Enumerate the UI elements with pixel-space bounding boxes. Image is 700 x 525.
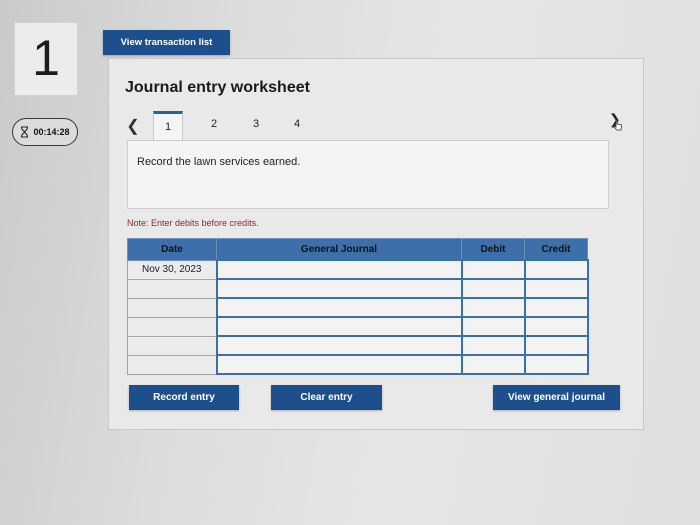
account-input[interactable] [215,297,463,318]
account-input[interactable] [215,278,463,299]
table-row: Nov 30, 2023 [127,259,589,280]
view-transaction-list-button[interactable]: View transaction list [103,30,230,55]
debit-input[interactable] [460,259,526,280]
tab-label: 4 [293,118,301,130]
worksheet-title: Journal entry worksheet [125,79,310,96]
debit-input[interactable] [460,297,526,318]
account-input[interactable] [215,259,463,280]
date-cell [127,316,217,337]
question-number-box: 1 [14,22,78,96]
tab-label: 1 [164,121,172,133]
debit-input[interactable] [460,278,526,299]
debit-input[interactable] [460,316,526,337]
question-number: 1 [32,30,60,86]
journal-entry-table: Date General Journal Debit Credit Nov 30… [127,238,589,375]
header-general-journal: General Journal [216,238,462,261]
table-row [127,335,589,356]
hourglass-icon [21,126,29,138]
date-cell: Nov 30, 2023 [127,259,217,280]
record-entry-button[interactable]: Record entry [129,385,239,410]
timer-text: 00:14:28 [33,127,70,137]
view-general-journal-button[interactable]: View general journal [493,385,620,410]
chevron-left-icon[interactable]: ❮ [126,116,140,136]
transaction-description-box: Record the lawn services earned. [127,140,609,209]
credit-input[interactable] [523,259,589,280]
header-debit: Debit [461,238,525,261]
credit-input[interactable] [523,354,589,375]
credit-input[interactable] [523,316,589,337]
date-cell [127,278,217,299]
debit-input[interactable] [460,354,526,375]
tab-label: 3 [252,118,260,130]
table-row [127,278,589,299]
credit-input[interactable] [523,278,589,299]
date-cell [127,297,217,318]
table-row [127,316,589,337]
table-row [127,297,589,318]
table-row [127,354,589,375]
date-cell [127,335,217,356]
pointer-cursor-icon [613,119,623,131]
header-credit: Credit [524,238,588,261]
tab-label: 2 [210,118,218,130]
account-input[interactable] [215,335,463,356]
credit-input[interactable] [523,297,589,318]
journal-entry-worksheet: Journal entry worksheet ❮ 1 2 3 4 ❯ Reco… [108,58,644,430]
header-date: Date [127,238,217,261]
transaction-description: Record the lawn services earned. [137,156,301,168]
account-input[interactable] [215,354,463,375]
account-input[interactable] [215,316,463,337]
clear-entry-button[interactable]: Clear entry [271,385,382,410]
debit-input[interactable] [460,335,526,356]
credit-input[interactable] [523,335,589,356]
timer-badge[interactable]: 00:14:28 [12,118,78,146]
entry-note: Note: Enter debits before credits. [127,218,259,228]
date-cell [127,354,217,375]
